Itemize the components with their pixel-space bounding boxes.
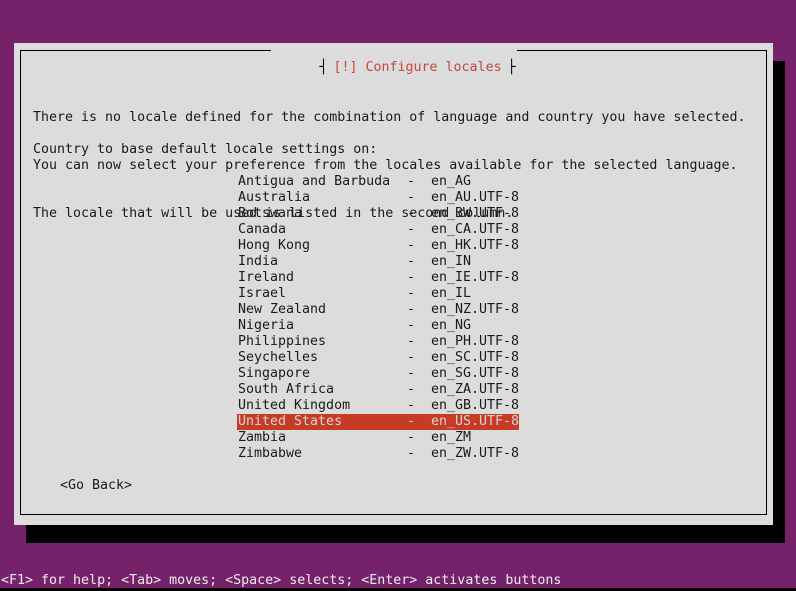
locale-option-locale: en_AG bbox=[431, 174, 471, 190]
locale-option-separator: - bbox=[407, 270, 415, 286]
locale-option-country: Antigua and Barbuda bbox=[238, 174, 390, 190]
locale-option-locale: en_IE.UTF-8 bbox=[431, 270, 519, 286]
locale-option-country: New Zealand bbox=[238, 302, 326, 318]
locale-option-separator: - bbox=[407, 446, 415, 462]
locale-option-locale: en_ZM bbox=[431, 430, 471, 446]
locale-option-country: Australia bbox=[238, 190, 310, 206]
dialog-title-text: [!] Configure locales bbox=[327, 60, 507, 75]
locale-option[interactable]: Philippines -en_PH.UTF-8 bbox=[237, 334, 519, 350]
locale-option-country: Botswana bbox=[238, 206, 302, 222]
intro-line-2: You can now select your preference from … bbox=[33, 158, 745, 174]
locale-option-country: Israel bbox=[238, 286, 286, 302]
locale-option-country: Nigeria bbox=[238, 318, 294, 334]
locale-option-locale: en_SC.UTF-8 bbox=[431, 350, 519, 366]
locale-option-country: Zimbabwe bbox=[238, 446, 302, 462]
locale-option-country: Canada bbox=[238, 222, 286, 238]
locale-option-locale: en_NG bbox=[431, 318, 471, 334]
locale-option[interactable]: Nigeria -en_NG bbox=[237, 318, 519, 334]
locale-option-separator: - bbox=[407, 382, 415, 398]
locale-option-selected[interactable]: United States -en_US.UTF-8 bbox=[237, 414, 519, 430]
locale-option-locale: en_ZW.UTF-8 bbox=[431, 446, 519, 462]
locale-option[interactable]: Canada -en_CA.UTF-8 bbox=[237, 222, 519, 238]
locale-option[interactable]: Hong Kong -en_HK.UTF-8 bbox=[237, 238, 519, 254]
locale-option-locale: en_PH.UTF-8 bbox=[431, 334, 519, 350]
locale-option-country: Ireland bbox=[238, 270, 294, 286]
configure-locales-dialog: ┤[!] Configure locales├ There is no loca… bbox=[14, 43, 773, 525]
locale-option[interactable]: South Africa -en_ZA.UTF-8 bbox=[237, 382, 519, 398]
locale-option[interactable]: United Kingdom -en_GB.UTF-8 bbox=[237, 398, 519, 414]
border-tick-right-icon: ├ bbox=[508, 60, 516, 75]
locale-option-separator: - bbox=[407, 398, 415, 414]
locale-option-separator: - bbox=[407, 206, 415, 222]
locale-option-separator: - bbox=[407, 302, 415, 318]
locale-option-locale: en_HK.UTF-8 bbox=[431, 238, 519, 254]
locale-option-separator: - bbox=[407, 174, 415, 190]
locale-option-locale: en_GB.UTF-8 bbox=[431, 398, 519, 414]
locale-option[interactable]: Ireland -en_IE.UTF-8 bbox=[237, 270, 519, 286]
locale-option[interactable]: New Zealand -en_NZ.UTF-8 bbox=[237, 302, 519, 318]
locale-option-country: United States bbox=[238, 414, 342, 430]
locale-option[interactable]: Australia -en_AU.UTF-8 bbox=[237, 190, 519, 206]
intro-line-1: There is no locale defined for the combi… bbox=[33, 110, 745, 126]
locale-option[interactable]: India -en_IN bbox=[237, 254, 519, 270]
locale-option-country: Zambia bbox=[238, 430, 286, 446]
locale-option-separator: - bbox=[407, 254, 415, 270]
locale-option-locale: en_US.UTF-8 bbox=[431, 414, 519, 430]
go-back-button[interactable]: <Go Back> bbox=[60, 478, 132, 494]
locale-option-country: Seychelles bbox=[238, 350, 318, 366]
locale-option-locale: en_NZ.UTF-8 bbox=[431, 302, 519, 318]
locale-option-locale: en_BW.UTF-8 bbox=[431, 206, 519, 222]
border-tick-left-icon: ┤ bbox=[319, 60, 327, 75]
locale-option-separator: - bbox=[407, 350, 415, 366]
locale-option-locale: en_ZA.UTF-8 bbox=[431, 382, 519, 398]
locale-option[interactable]: Zimbabwe -en_ZW.UTF-8 bbox=[237, 446, 519, 462]
installer-screen: ┤[!] Configure locales├ There is no loca… bbox=[0, 0, 796, 591]
locale-option[interactable]: Israel -en_IL bbox=[237, 286, 519, 302]
locale-option-locale: en_AU.UTF-8 bbox=[431, 190, 519, 206]
locale-option-separator: - bbox=[407, 238, 415, 254]
locale-option-country: Singapore bbox=[238, 366, 310, 382]
locale-option[interactable]: Botswana -en_BW.UTF-8 bbox=[237, 206, 519, 222]
locale-option-separator: - bbox=[407, 222, 415, 238]
locale-option-country: Philippines bbox=[238, 334, 326, 350]
locale-option-separator: - bbox=[407, 190, 415, 206]
locale-option-locale: en_SG.UTF-8 bbox=[431, 366, 519, 382]
locale-option[interactable]: Antigua and Barbuda -en_AG bbox=[237, 174, 519, 190]
locale-option-separator: - bbox=[407, 414, 415, 430]
locale-menu: Antigua and Barbuda-en_AGAustralia-en_AU… bbox=[237, 174, 519, 462]
locale-option-locale: en_IL bbox=[431, 286, 471, 302]
help-bar: <F1> for help; <Tab> moves; <Space> sele… bbox=[0, 573, 796, 588]
locale-option-separator: - bbox=[407, 286, 415, 302]
locale-option-separator: - bbox=[407, 318, 415, 334]
locale-option-locale: en_CA.UTF-8 bbox=[431, 222, 519, 238]
locale-option[interactable]: Singapore -en_SG.UTF-8 bbox=[237, 366, 519, 382]
locale-option-locale: en_IN bbox=[431, 254, 471, 270]
locale-option-separator: - bbox=[407, 366, 415, 382]
locale-option-separator: - bbox=[407, 430, 415, 446]
locale-option-country: India bbox=[238, 254, 278, 270]
locale-option[interactable]: Zambia -en_ZM bbox=[237, 430, 519, 446]
locale-option-country: United Kingdom bbox=[238, 398, 350, 414]
locale-option-country: South Africa bbox=[238, 382, 334, 398]
prompt-label: Country to base default locale settings … bbox=[33, 142, 377, 158]
locale-option[interactable]: Seychelles -en_SC.UTF-8 bbox=[237, 350, 519, 366]
locale-option-country: Hong Kong bbox=[238, 238, 310, 254]
locale-option-separator: - bbox=[407, 334, 415, 350]
